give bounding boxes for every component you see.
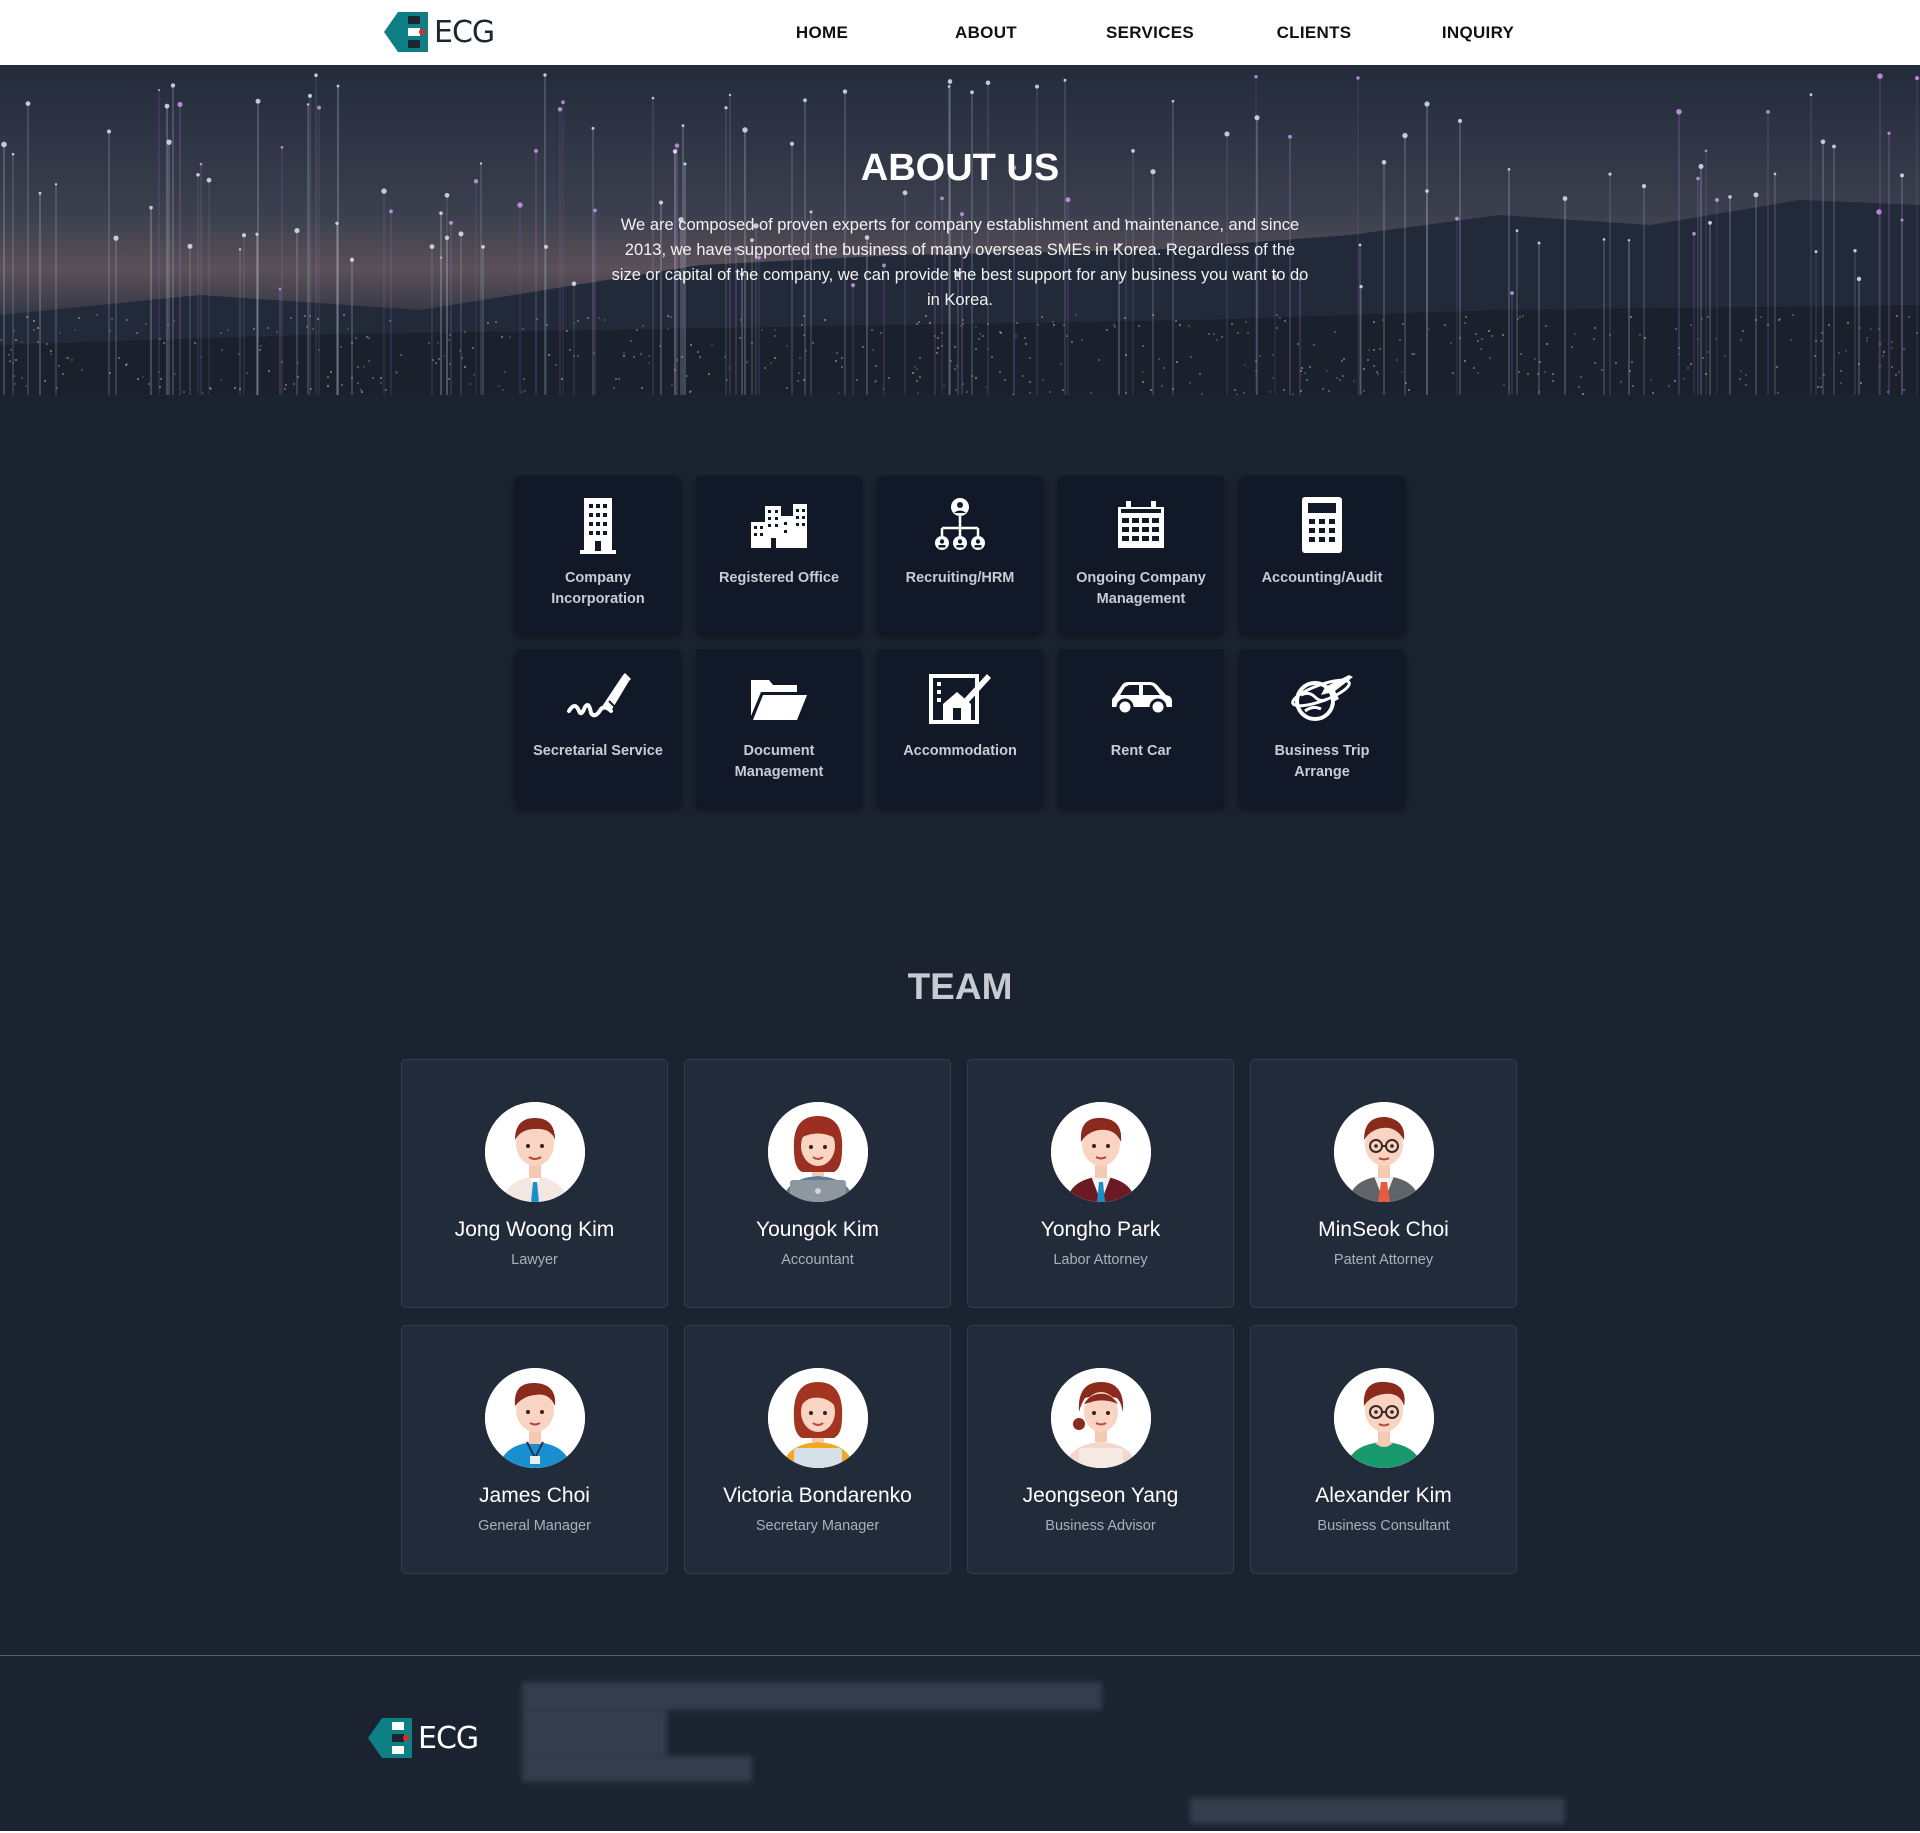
service-label: Registered Office <box>718 570 840 586</box>
service-label: Accommodation <box>903 743 1017 759</box>
member-name: Youngok Kim <box>756 1218 879 1241</box>
nav-inquiry[interactable]: INQUIRY <box>1396 0 1560 65</box>
avatar <box>484 1368 585 1468</box>
team-member-card: James Choi General Manager <box>401 1325 668 1574</box>
member-name: MinSeok Choi <box>1318 1218 1449 1241</box>
member-name: Victoria Bondarenko <box>723 1484 912 1507</box>
about-description: We are composed of proven experts for co… <box>611 216 1309 309</box>
avatar <box>1050 1368 1151 1468</box>
calculator-icon <box>1302 496 1342 554</box>
team-member-card: Yongho Park Labor Attorney <box>967 1059 1234 1308</box>
building-icon <box>580 496 616 554</box>
footer: ECG <box>0 1655 1920 1833</box>
service-ongoing-company-management[interactable]: Ongoing Company Management <box>1058 476 1224 634</box>
nav-links: HOME ABOUT SERVICES CLIENTS INQUIRY <box>740 0 1560 65</box>
team-grid: Jong Woong Kim Lawyer Youngok Kim Accoun… <box>401 1059 1517 1574</box>
avatar <box>1050 1102 1151 1202</box>
team-member-card: Jeongseon Yang Business Advisor <box>967 1325 1234 1574</box>
services-grid: Company Incorporation Registered Office … <box>515 476 1405 807</box>
logo-mark-icon <box>368 1718 412 1758</box>
signature-icon <box>565 669 631 727</box>
team-title: TEAM <box>907 966 1013 1007</box>
city-icon <box>751 496 807 554</box>
about-hero: ABOUT US We are composed of proven exper… <box>0 65 1920 395</box>
member-name: Alexander Kim <box>1315 1484 1452 1507</box>
house-contract-icon <box>929 669 991 727</box>
nav-home[interactable]: HOME <box>740 0 904 65</box>
team-member-card: MinSeok Choi Patent Attorney <box>1250 1059 1517 1308</box>
service-registered-office[interactable]: Registered Office <box>696 476 862 634</box>
member-role: General Manager <box>478 1518 591 1534</box>
member-role: Patent Attorney <box>1333 1252 1434 1268</box>
avatar <box>1333 1368 1434 1468</box>
nav-services[interactable]: SERVICES <box>1068 0 1232 65</box>
folder-icon <box>751 669 807 727</box>
nav-clients[interactable]: CLIENTS <box>1232 0 1396 65</box>
member-role: Business Advisor <box>1045 1518 1156 1534</box>
member-role: Labor Attorney <box>1053 1252 1148 1268</box>
avatar <box>1333 1102 1434 1202</box>
avatar <box>767 1368 868 1468</box>
member-name: Yongho Park <box>1040 1218 1161 1241</box>
service-recruiting-hrm[interactable]: Recruiting/HRM <box>877 476 1043 634</box>
member-role: Accountant <box>781 1252 854 1268</box>
team-member-card: Victoria Bondarenko Secretary Manager <box>684 1325 951 1574</box>
team-member-card: Youngok Kim Accountant <box>684 1059 951 1308</box>
about-title: ABOUT US <box>860 147 1060 189</box>
redacted-footer-info <box>522 1756 752 1782</box>
top-navbar: ECG HOME ABOUT SERVICES CLIENTS INQUIRY <box>0 0 1920 65</box>
service-accommodation[interactable]: Accommodation <box>877 649 1043 807</box>
service-label: Ongoing Company Management <box>1076 570 1206 607</box>
service-business-trip-arrange[interactable]: Business Trip Arrange <box>1239 649 1405 807</box>
avatar <box>484 1102 585 1202</box>
nav-about[interactable]: ABOUT <box>904 0 1068 65</box>
calendar-icon <box>1117 496 1165 554</box>
logo-text: ECG <box>418 1720 479 1756</box>
service-label: Document Management <box>734 743 824 780</box>
service-label: Secretarial Service <box>533 743 663 759</box>
org-chart-icon <box>934 496 986 554</box>
avatar <box>767 1102 868 1202</box>
service-label: Business Trip Arrange <box>1274 743 1370 780</box>
service-label: Rent Car <box>1110 743 1172 759</box>
member-role: Lawyer <box>511 1252 558 1268</box>
redacted-footer-info <box>522 1710 667 1756</box>
member-role: Secretary Manager <box>755 1518 880 1534</box>
redacted-footer-info <box>1190 1798 1565 1824</box>
service-label: Company Incorporation <box>551 570 645 607</box>
logo[interactable]: ECG <box>384 12 495 52</box>
redacted-footer-info <box>522 1682 1102 1710</box>
globe-plane-icon <box>1291 669 1353 727</box>
member-name: James Choi <box>479 1484 590 1507</box>
footer-logo[interactable]: ECG <box>368 1718 479 1758</box>
team-member-card: Jong Woong Kim Lawyer <box>401 1059 668 1308</box>
car-icon <box>1110 669 1172 727</box>
team-member-card: Alexander Kim Business Consultant <box>1250 1325 1517 1574</box>
service-secretarial-service[interactable]: Secretarial Service <box>515 649 681 807</box>
service-company-incorporation[interactable]: Company Incorporation <box>515 476 681 634</box>
service-label: Recruiting/HRM <box>905 570 1015 586</box>
service-accounting-audit[interactable]: Accounting/Audit <box>1239 476 1405 634</box>
member-name: Jong Woong Kim <box>454 1218 615 1241</box>
service-label: Accounting/Audit <box>1261 570 1383 586</box>
service-rent-car[interactable]: Rent Car <box>1058 649 1224 807</box>
member-name: Jeongseon Yang <box>1022 1484 1179 1507</box>
logo-text: ECG <box>434 14 495 50</box>
logo-mark-icon <box>384 12 428 52</box>
member-role: Business Consultant <box>1317 1518 1450 1534</box>
service-document-management[interactable]: Document Management <box>696 649 862 807</box>
